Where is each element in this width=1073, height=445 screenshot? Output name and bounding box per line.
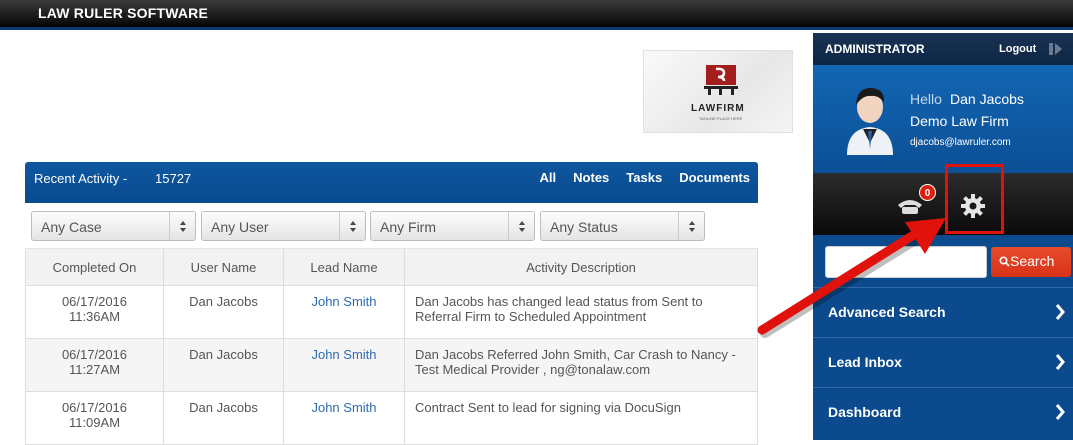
row-date: 06/17/2016: [61, 294, 128, 309]
row-time: 11:09AM: [68, 415, 121, 430]
highlight-box: [945, 164, 1004, 234]
row-time: 11:36AM: [68, 309, 121, 324]
recent-activity-count: 15727: [155, 171, 192, 186]
select-arrows-icon: [169, 212, 195, 240]
logout-icon[interactable]: [1049, 42, 1063, 56]
select-arrows-icon: [678, 212, 704, 240]
user-select[interactable]: Any User: [201, 211, 366, 241]
row-user: Dan Jacobs: [163, 285, 284, 339]
user-name: Dan Jacobs: [950, 91, 1024, 107]
filter-tasks-link[interactable]: Tasks: [626, 170, 662, 185]
nav-dashboard[interactable]: Dashboard: [813, 387, 1073, 436]
table-row: 06/17/2016 11:36AM Dan Jacobs John Smith …: [25, 285, 758, 339]
sidebar-header: ADMINISTRATOR Logout: [813, 33, 1073, 65]
search-row: Search: [813, 235, 1073, 287]
recent-activity-header: Recent Activity - 15727 All Notes Tasks …: [25, 162, 758, 203]
row-lead-link[interactable]: John Smith: [283, 391, 405, 445]
search-icon: [999, 256, 1010, 267]
chevron-right-icon: [1055, 354, 1065, 370]
select-arrows-icon: [508, 212, 534, 240]
user-avatar-icon: [847, 87, 893, 155]
case-select[interactable]: Any Case: [31, 211, 196, 241]
row-description: Dan Jacobs Referred John Smith, Car Cras…: [404, 338, 758, 392]
sidebar: ADMINISTRATOR Logout Hello Dan Jacobs De…: [813, 33, 1073, 440]
col-activity-description[interactable]: Activity Description: [404, 248, 758, 286]
logout-link[interactable]: Logout: [999, 43, 1036, 55]
app-brand: LAW RULER SOFTWARE: [38, 5, 209, 21]
table-row: 06/17/2016 11:27AM Dan Jacobs John Smith …: [25, 338, 758, 392]
toolbar: 0: [813, 173, 1073, 235]
firm-select[interactable]: Any Firm: [370, 211, 535, 241]
phone-badge: 0: [919, 184, 936, 201]
chevron-right-icon: [1055, 304, 1065, 320]
nav-lead-inbox[interactable]: Lead Inbox: [813, 337, 1073, 386]
col-lead-name[interactable]: Lead Name: [283, 248, 405, 286]
law-pillar-icon: [704, 65, 738, 95]
recent-activity-title: Recent Activity -: [34, 171, 128, 186]
firm-name: Demo Law Firm: [910, 113, 1009, 129]
row-lead-link[interactable]: John Smith: [283, 285, 405, 339]
row-lead-link[interactable]: John Smith: [283, 338, 405, 392]
top-bar: LAW RULER SOFTWARE: [0, 0, 1073, 30]
search-label: Search: [1010, 253, 1055, 269]
row-description: Contract Sent to lead for signing via Do…: [404, 391, 758, 445]
row-date: 06/17/2016: [61, 400, 128, 415]
row-user: Dan Jacobs: [163, 338, 284, 392]
select-arrows-icon: [339, 212, 365, 240]
hello-label: Hello: [910, 91, 942, 107]
activity-table: Completed On User Name Lead Name Activit…: [25, 248, 758, 445]
col-user-name[interactable]: User Name: [163, 248, 284, 286]
row-description: Dan Jacobs has changed lead status from …: [404, 285, 758, 339]
filter-row: Any Case Any User Any Firm Any Status: [25, 203, 758, 248]
logo-text: LAWFIRM: [691, 103, 745, 114]
chevron-right-icon: [1055, 404, 1065, 420]
table-row: 06/17/2016 11:09AM Dan Jacobs John Smith …: [25, 391, 758, 445]
search-input[interactable]: [825, 246, 987, 278]
firm-logo: LAWFIRM TAGLINE PLACE HERE: [643, 50, 793, 133]
filter-all-link[interactable]: All: [540, 170, 557, 185]
filter-notes-link[interactable]: Notes: [573, 170, 609, 185]
row-user: Dan Jacobs: [163, 391, 284, 445]
col-completed-on[interactable]: Completed On: [25, 248, 164, 286]
user-email: djacobs@lawruler.com: [910, 137, 1011, 148]
nav-advanced-search[interactable]: Advanced Search: [813, 287, 1073, 336]
filter-documents-link[interactable]: Documents: [679, 170, 750, 185]
user-profile: Hello Dan Jacobs Demo Law Firm djacobs@l…: [813, 65, 1073, 173]
row-time: 11:27AM: [68, 362, 121, 377]
search-button[interactable]: Search: [991, 247, 1071, 277]
status-select[interactable]: Any Status: [540, 211, 705, 241]
logo-tagline: TAGLINE PLACE HERE: [699, 116, 743, 121]
row-date: 06/17/2016: [61, 347, 128, 362]
role-label: ADMINISTRATOR: [825, 42, 925, 56]
